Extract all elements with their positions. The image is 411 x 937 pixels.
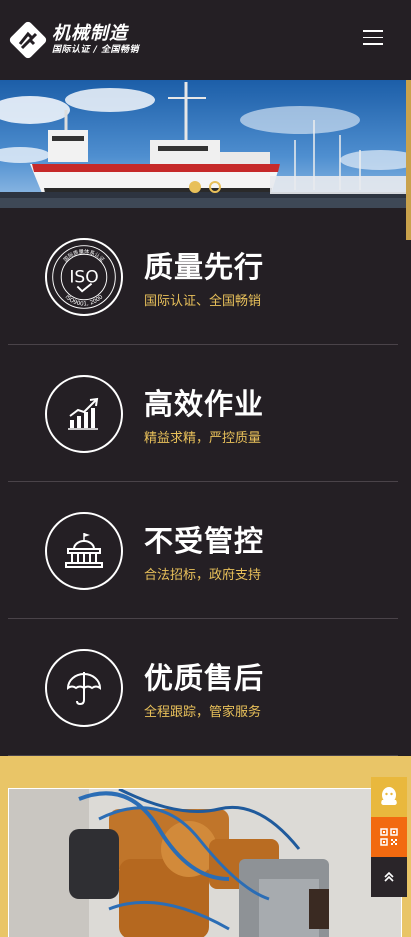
qq-graphic	[381, 787, 397, 805]
feature-title: 不受管控	[144, 524, 265, 558]
qr-code-graphic	[380, 828, 398, 846]
government-building-graphic	[65, 533, 103, 568]
robot-arm-image[interactable]	[8, 788, 402, 937]
logo[interactable]: 机械制造 国际认证 / 全国畅销	[8, 20, 139, 60]
feature-subtitle: 国际认证、全国畅销	[144, 294, 262, 309]
banner-slider[interactable]	[0, 80, 406, 208]
back-to-top-icon[interactable]	[371, 857, 407, 897]
feature-item-quality[interactable]: ISO 国际质量体系认证 ISO9001, 2000 质量先行 国际认证、全国畅…	[8, 208, 398, 345]
feature-subtitle: 合法招标，政府支持	[144, 568, 262, 583]
qr-code-icon[interactable]	[371, 817, 407, 857]
growth-chart-icon	[45, 375, 123, 453]
iso-certificate-icon: ISO 国际质量体系认证 ISO9001, 2000	[45, 238, 123, 316]
growth-chart-graphic	[68, 397, 99, 430]
menu-line	[363, 36, 383, 38]
government-building-icon	[45, 512, 123, 590]
iso-badge-graphic: ISO 国际质量体系认证 ISO9001, 2000	[52, 245, 116, 309]
menu-line	[363, 43, 383, 45]
feature-title: 质量先行	[144, 250, 265, 284]
feature-subtitle: 全程跟踪，管家服务	[144, 705, 262, 720]
page: 机械制造 国际认证 / 全国畅销 ISO 国际质量体系认证 ISO9001, 2…	[0, 0, 411, 937]
slider-dots	[189, 181, 221, 193]
logo-text: 机械制造 国际认证 / 全国畅销	[52, 24, 139, 56]
iso-text: ISO	[69, 268, 98, 288]
logo-subtitle: 国际认证 / 全国畅销	[52, 45, 140, 55]
feature-subtitle: 精益求精，严控质量	[144, 431, 262, 446]
double-chevron-up-graphic	[384, 871, 394, 882]
product-section	[0, 756, 411, 937]
menu-line	[363, 30, 383, 32]
slider-dot-1[interactable]	[189, 181, 201, 193]
qq-icon[interactable]	[371, 777, 407, 817]
slider-dot-2[interactable]	[209, 181, 221, 193]
umbrella-icon	[45, 649, 123, 727]
feature-item-government[interactable]: 不受管控 合法招标，政府支持	[8, 482, 398, 619]
logo-mark-icon	[9, 21, 47, 59]
feature-title: 高效作业	[144, 387, 265, 421]
robot-arm-graphic	[9, 789, 401, 937]
iso-number-text: ISO9001, 2000	[64, 294, 105, 308]
feature-title: 优质售后	[144, 661, 265, 695]
header: 机械制造 国际认证 / 全国畅销	[0, 0, 411, 80]
logo-title: 机械制造	[52, 23, 128, 44]
feature-list: ISO 国际质量体系认证 ISO9001, 2000 质量先行 国际认证、全国畅…	[0, 208, 406, 756]
feature-item-efficiency[interactable]: 高效作业 精益求精，严控质量	[8, 345, 398, 482]
umbrella-graphic	[66, 672, 102, 706]
right-edge-strip	[406, 80, 411, 240]
floating-toolbar	[371, 777, 407, 897]
feature-item-service[interactable]: 优质售后 全程跟踪，管家服务	[8, 619, 398, 756]
svg-text:ISO9001, 2000: ISO9001, 2000	[64, 294, 105, 308]
hamburger-menu-icon[interactable]	[363, 30, 383, 48]
